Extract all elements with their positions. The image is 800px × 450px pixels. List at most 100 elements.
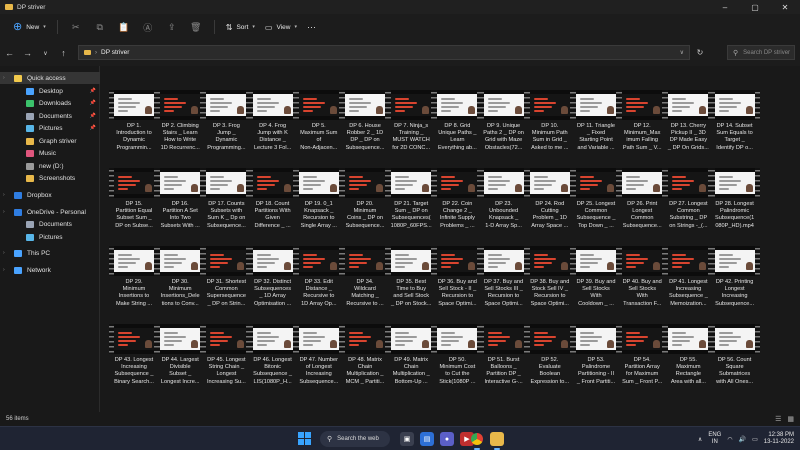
sidebar-item[interactable]: new (D:): [0, 160, 100, 172]
thumbnail-line: [580, 336, 602, 338]
more-options-button[interactable]: ···: [302, 18, 321, 36]
pin-icon: 📌: [89, 100, 96, 106]
thumbnail-line: [210, 184, 229, 186]
thumbnail-line: [256, 340, 275, 342]
thumbnail-line: [441, 332, 456, 334]
thumbnail-line: [626, 110, 637, 112]
thumbnail-line: [302, 106, 321, 108]
file-tile[interactable]: DP 56. Count Square Submatrices with All…: [700, 324, 770, 394]
thumbnail-line: [718, 110, 729, 112]
cut-button[interactable]: ✂: [64, 18, 88, 36]
address-bar[interactable]: › DP striver ∨: [78, 45, 690, 60]
file-explorer-icon[interactable]: [490, 432, 504, 450]
paste-button[interactable]: 📋: [112, 18, 136, 36]
file-grid: DP 1. Introduction to Dynamic Programmin…: [101, 66, 800, 412]
chrome-icon[interactable]: [470, 432, 484, 450]
thumbnail-line: [118, 340, 136, 342]
thumbnail-line: [349, 184, 367, 186]
sidebar-item[interactable]: Documents 📌: [0, 110, 100, 122]
sidebar-item-label: Music: [39, 149, 56, 157]
minimize-button[interactable]: –: [710, 0, 740, 14]
copy-button[interactable]: ⧉: [88, 18, 112, 36]
wifi-icon[interactable]: ◠: [727, 436, 732, 443]
thumbnail-line: [672, 262, 691, 264]
thumbnail-line: [672, 258, 695, 260]
thumbnail-line: [164, 102, 187, 104]
sidebar-item[interactable]: › Network: [0, 264, 100, 276]
thumbnail-line: [210, 110, 221, 112]
file-name: DP 56. Count Square Submatrices with All…: [716, 357, 754, 385]
file-tile[interactable]: DP 14. Subset Sum Equals to Target _ Ide…: [700, 90, 770, 160]
pin-icon: 📌: [89, 125, 96, 131]
sidebar-item-label: new (D:): [39, 162, 64, 170]
file-tile[interactable]: DP 42. Printing Longest Increasing Subse…: [700, 246, 770, 316]
thumbnail-line: [302, 188, 313, 190]
folder-icon: [26, 87, 34, 95]
sidebar-item-label: Graph striver: [39, 137, 77, 145]
chevron-right-icon[interactable]: ›: [3, 209, 5, 215]
clock[interactable]: 12:38 PM 13-11-2022: [764, 432, 794, 446]
file-name: DP 28. Longest Palindromic Subsequence(1…: [715, 201, 755, 229]
thumbnail-line: [580, 102, 602, 104]
chevron-right-icon[interactable]: ›: [3, 75, 5, 81]
thumbnail-line: [580, 180, 602, 182]
breadcrumb[interactable]: DP striver: [101, 49, 129, 56]
thumbnail-line: [441, 110, 452, 112]
close-button[interactable]: ✕: [770, 0, 800, 14]
start-button[interactable]: [298, 432, 312, 446]
thumbnail-line: [164, 98, 179, 100]
delete-button[interactable]: 🗑: [184, 18, 208, 36]
sidebar-item[interactable]: Downloads 📌: [0, 97, 100, 109]
rename-button[interactable]: Ⓐ: [136, 18, 160, 36]
thumbnail-line: [441, 106, 460, 108]
thumbnail-line: [672, 332, 687, 334]
sidebar-item[interactable]: Music: [0, 147, 100, 159]
sidebar-item[interactable]: Desktop 📌: [0, 85, 100, 97]
sidebar-item[interactable]: › Dropbox: [0, 189, 100, 201]
chevron-up-icon[interactable]: ∧: [698, 436, 702, 443]
arrow-up-icon: ↑: [61, 48, 66, 58]
thumbnail-line: [580, 106, 598, 108]
recent-locations-button[interactable]: ∨: [37, 44, 54, 62]
share-button[interactable]: ⇪: [160, 18, 184, 36]
refresh-button[interactable]: ↻: [692, 46, 708, 60]
thumbnail-line: [533, 110, 544, 112]
battery-icon[interactable]: ▭: [752, 436, 758, 443]
sidebar-item[interactable]: Pictures 📌: [0, 122, 100, 134]
sidebar-item[interactable]: Graph striver: [0, 135, 100, 147]
chevron-right-icon[interactable]: ›: [3, 267, 5, 273]
language-indicator[interactable]: ENG IN: [708, 432, 721, 446]
thumbnail-line: [718, 344, 729, 346]
task-view-icon[interactable]: ▣: [400, 432, 414, 446]
folder-icon: [26, 174, 34, 182]
volume-icon[interactable]: 🔊: [739, 436, 746, 443]
thumbnail-line: [256, 180, 279, 182]
back-button[interactable]: ←: [1, 44, 18, 62]
folder-icon: [14, 74, 22, 82]
view-button[interactable]: ▭ View ▾: [260, 18, 302, 36]
chevron-down-icon[interactable]: ∨: [680, 49, 684, 56]
up-button[interactable]: ↑: [55, 44, 72, 62]
sidebar-item[interactable]: › This PC: [0, 247, 100, 259]
maximize-button[interactable]: ▢: [740, 0, 770, 14]
new-button[interactable]: ⊕ New ▾: [8, 18, 51, 36]
file-tile[interactable]: DP 28. Longest Palindromic Subsequence(1…: [700, 168, 770, 238]
tiles-view-icon[interactable]: ▦: [787, 415, 794, 423]
forward-button[interactable]: →: [19, 44, 36, 62]
breadcrumb-separator-icon: ›: [95, 49, 97, 56]
details-view-icon[interactable]: ☰: [775, 415, 781, 423]
view-label: View: [276, 23, 291, 31]
chevron-right-icon[interactable]: ›: [3, 192, 5, 198]
sidebar-item[interactable]: › Quick access: [0, 72, 100, 84]
widgets-icon[interactable]: ▤: [420, 432, 434, 446]
chat-icon[interactable]: ●: [440, 432, 454, 446]
search-input[interactable]: ⚲ Search DP striver: [727, 45, 795, 60]
sort-button[interactable]: ⇅ Sort ▾: [221, 18, 260, 36]
sidebar-item[interactable]: › OneDrive - Personal: [0, 206, 100, 218]
sidebar-item[interactable]: Documents: [0, 218, 100, 230]
sidebar-item[interactable]: Screenshots: [0, 172, 100, 184]
chevron-right-icon[interactable]: ›: [3, 250, 5, 256]
taskbar-search[interactable]: ⚲ Search the web: [320, 431, 390, 447]
sidebar-item[interactable]: Pictures: [0, 231, 100, 243]
presenter-thumb: [745, 262, 753, 270]
